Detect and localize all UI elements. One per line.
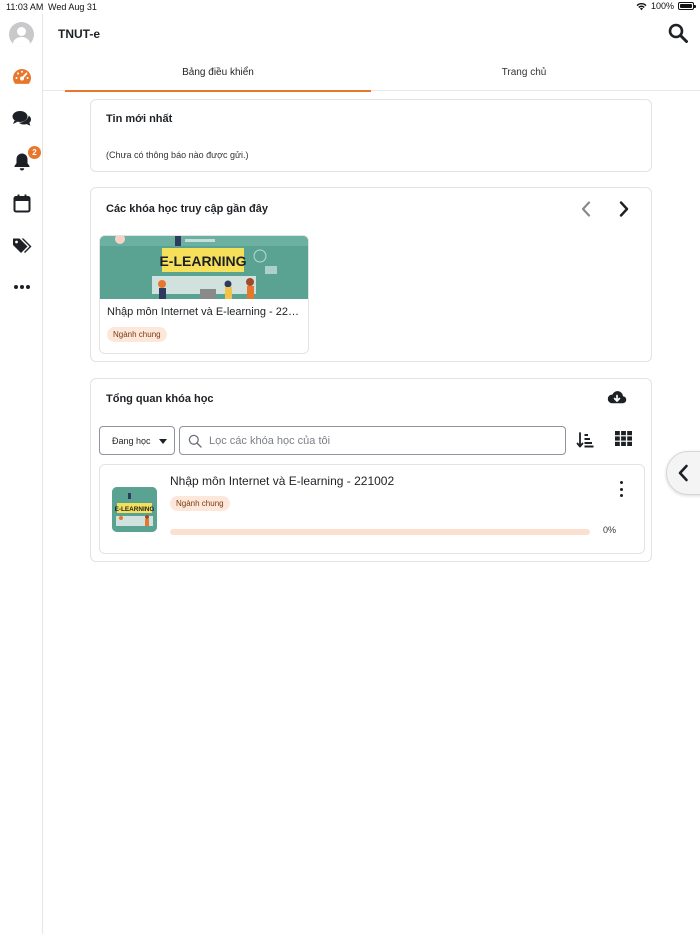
course-list-item[interactable]: E-LEARNING Nhập môn Internet và E-learni… [99,464,645,554]
tab-home[interactable]: Trang chủ [371,54,677,91]
sidebar-item-tags[interactable] [11,234,33,256]
sidebar-item-calendar[interactable] [11,192,33,214]
sort-amount-icon [576,432,594,448]
course-image: E-LEARNING [100,236,308,299]
recent-next-button[interactable] [614,199,634,219]
status-date: Wed Aug 31 [48,2,97,12]
course-search-field[interactable] [179,426,566,455]
course-progress-bar [170,529,590,535]
news-title: Tin mới nhất [106,113,173,125]
recent-course-name[interactable]: Nhập môn Internet và E-learning - 221002 [107,306,303,318]
news-empty-text: (Chưa có thông báo nào được gửi.) [106,150,249,160]
status-bar: 11:03 AM Wed Aug 31 100% [0,0,700,14]
search-icon [188,434,202,448]
course-status-filter-value: Đang học [112,435,151,446]
tab-bar: Bảng điều khiển Trang chủ [43,54,700,92]
recent-course-tile[interactable]: E-LEARNING Nhập môn Internet và E-learni… [99,235,309,354]
tags-icon [13,238,32,253]
tab-dashboard[interactable]: Bảng điều khiển [65,54,371,92]
status-time: 11:03 AM [6,2,44,12]
dashboard-gauge-icon [13,69,32,84]
view-grid-button[interactable] [615,431,633,449]
course-search-input[interactable] [209,432,559,450]
chevron-right-icon [619,201,629,217]
sidebar-item-more[interactable] [11,276,33,298]
sidebar-item-messages[interactable] [11,107,33,129]
course-category-badge: Ngành chung [170,496,230,511]
calendar-icon [13,194,31,212]
app-header: TNUT-e [43,14,700,54]
course-progress-label: 0% [603,525,617,535]
chevron-left-icon [581,201,591,217]
battery-icon [678,2,696,10]
course-overview-card: Tổng quan khóa học Đang học Lọc các khóa… [90,378,652,562]
grid-view-icon [615,431,632,446]
recent-prev-button[interactable] [576,199,596,219]
chevron-left-icon [678,464,688,482]
app-title: TNUT-e [58,27,100,41]
sidebar-item-dashboard[interactable] [11,65,33,87]
course-name-link[interactable]: Nhập môn Internet và E-learning - 221002 [170,474,394,488]
course-overview-title: Tổng quan khóa học [106,393,214,405]
chat-bubbles-icon [12,110,31,126]
course-image-text: E-LEARNING [159,253,246,269]
wifi-icon [636,2,647,10]
more-dots-icon [14,285,30,289]
course-actions-menu-button[interactable] [612,479,630,499]
course-thumbnail-text: E-LEARNING [115,506,155,513]
cloud-download-icon [607,391,627,404]
kebab-menu-icon [619,481,623,484]
recent-courses-title: Các khóa học truy cập gần đây [106,203,268,215]
search-icon [668,23,688,43]
status-right: 100% [636,1,696,11]
sort-button[interactable] [576,431,594,449]
sidebar: 2 [0,14,43,934]
caret-down-icon [159,439,167,444]
course-thumbnail: E-LEARNING [112,487,157,532]
download-button[interactable] [607,390,627,408]
battery-percent: 100% [650,1,674,11]
recent-courses-card: Các khóa học truy cập gần đây E-LEARNING [90,187,652,362]
course-status-filter[interactable]: Đang học [99,426,175,455]
avatar[interactable] [9,22,34,47]
block-drawer-toggle[interactable] [666,451,700,495]
news-card: Tin mới nhất (Chưa có thông báo nào được… [90,99,652,172]
search-button[interactable] [668,23,690,45]
course-category-badge: Ngành chung [107,327,167,342]
notification-badge: 2 [28,146,41,159]
